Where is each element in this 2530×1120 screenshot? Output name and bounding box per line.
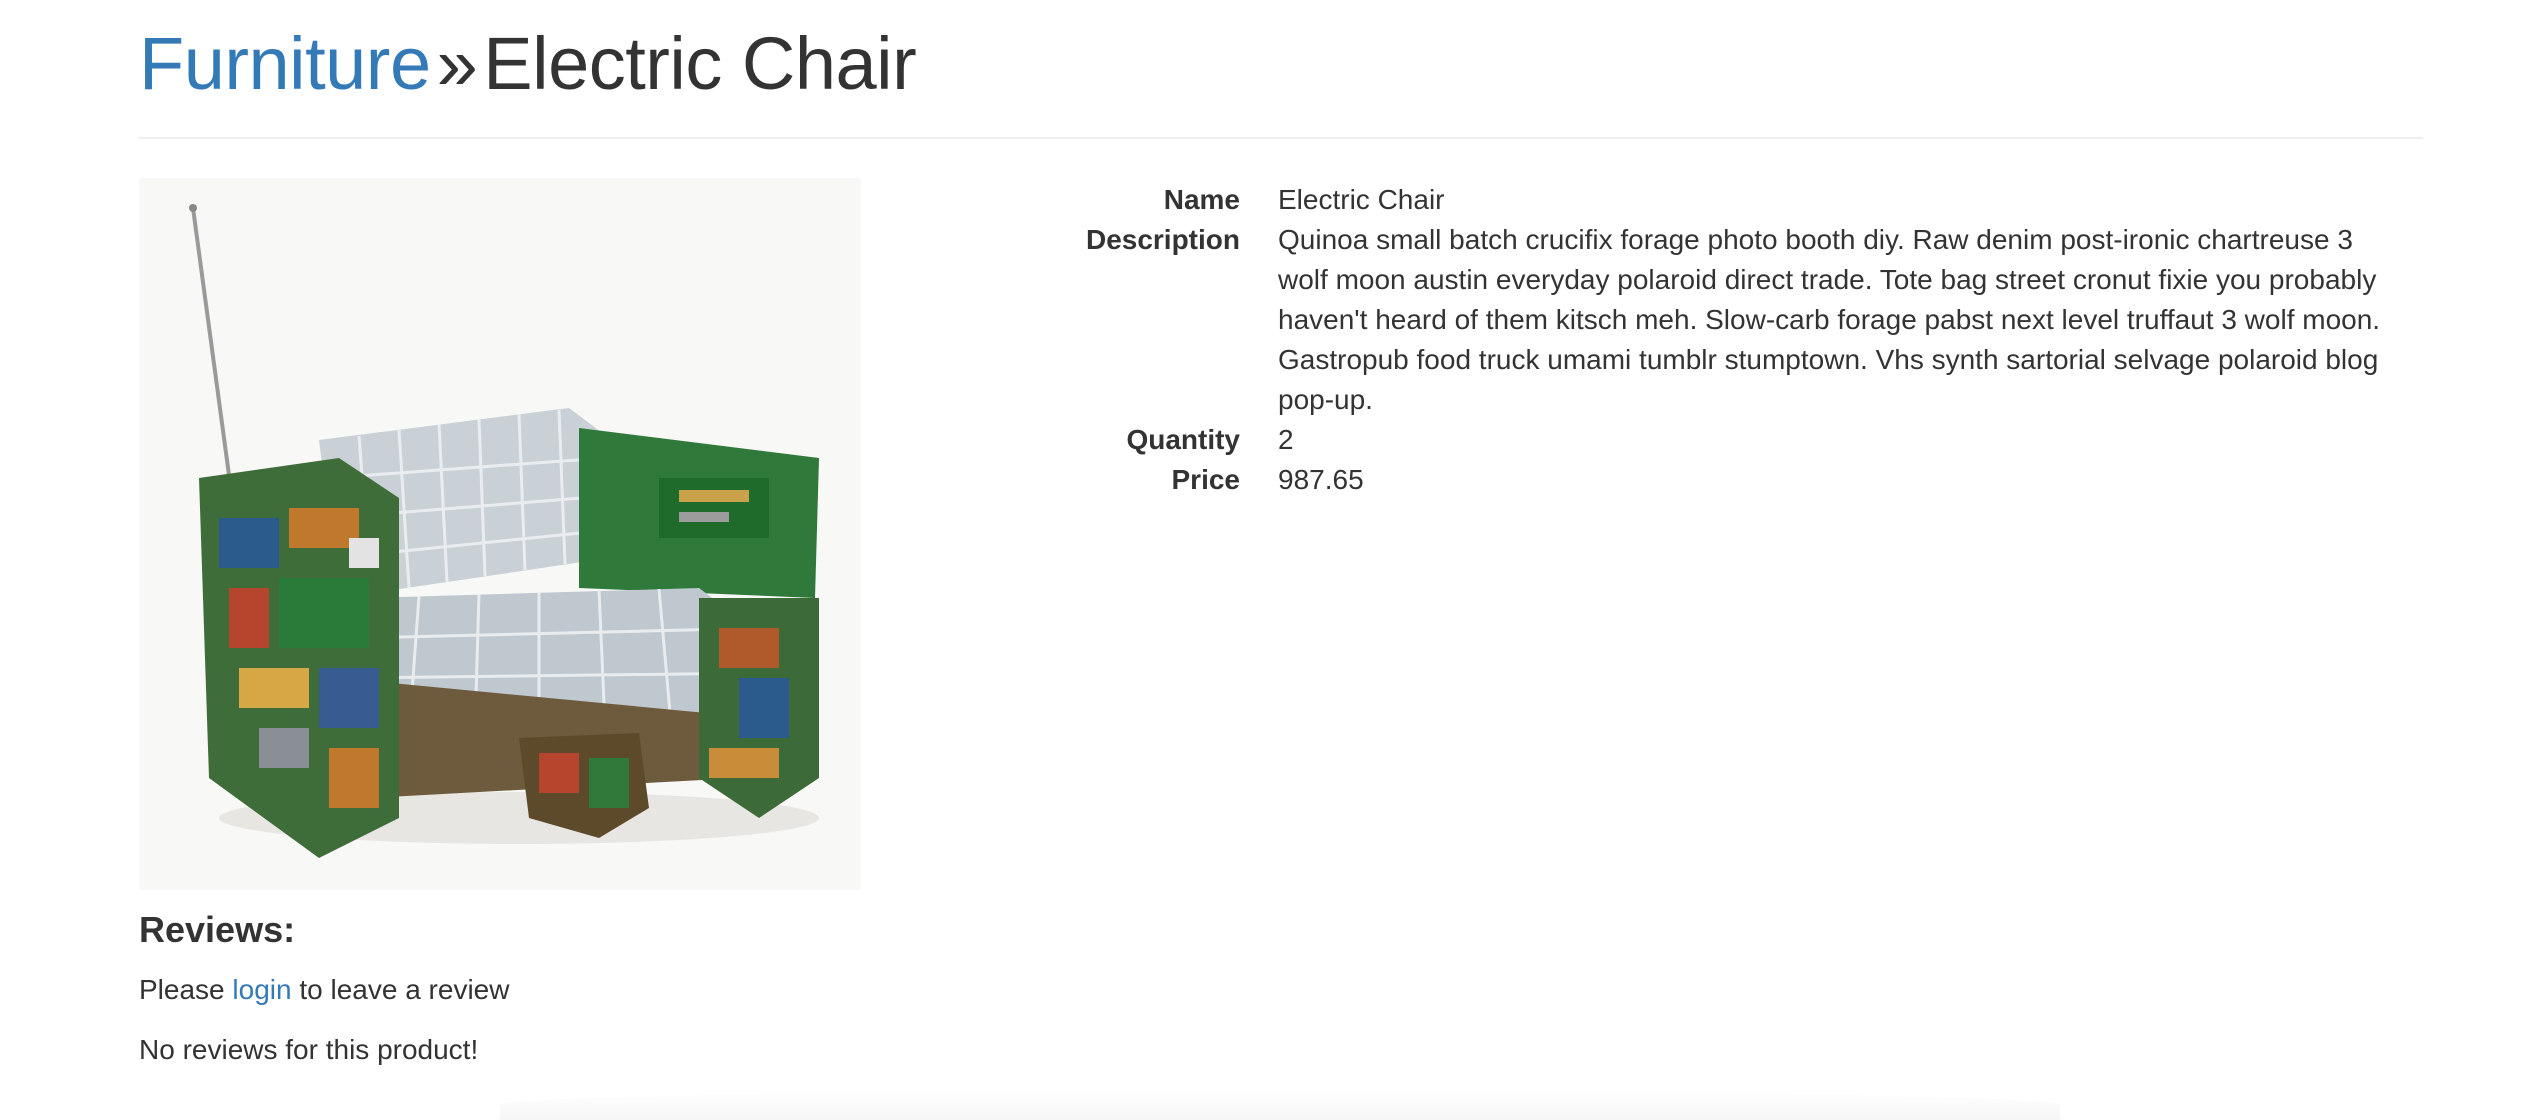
prompt-text-after: to leave a review (299, 974, 510, 1005)
reviews-heading: Reviews: (139, 909, 296, 950)
description-value: Quinoa small batch crucifix forage photo… (1278, 224, 2381, 415)
no-reviews-message: No reviews for this product! (139, 1034, 479, 1065)
price-label: Price (1171, 464, 1241, 495)
description-label: Description (1085, 224, 1240, 255)
name-label: Name (1163, 184, 1240, 215)
name-value: Electric Chair (1278, 184, 1445, 215)
quantity-label: Quantity (1126, 424, 1240, 455)
product-page: Furniture»Electric Chair Name Electric C… (139, 0, 2423, 1065)
price-value: 987.65 (1278, 464, 1364, 495)
category-breadcrumb-link[interactable]: Furniture (139, 22, 431, 105)
breadcrumb-separator: » (436, 22, 478, 105)
quantity-value: 2 (1278, 424, 1294, 455)
page-bottom-shadow (500, 1090, 2060, 1120)
login-link[interactable]: login (232, 974, 291, 1005)
product-title: Electric Chair (483, 22, 917, 105)
prompt-text-before: Please (139, 974, 225, 1005)
page-title: Furniture»Electric Chair (139, 14, 917, 114)
page-header: Furniture»Electric Chair (139, 0, 2423, 139)
review-login-prompt: Please login to leave a review (139, 970, 509, 1010)
product-image (139, 178, 861, 890)
